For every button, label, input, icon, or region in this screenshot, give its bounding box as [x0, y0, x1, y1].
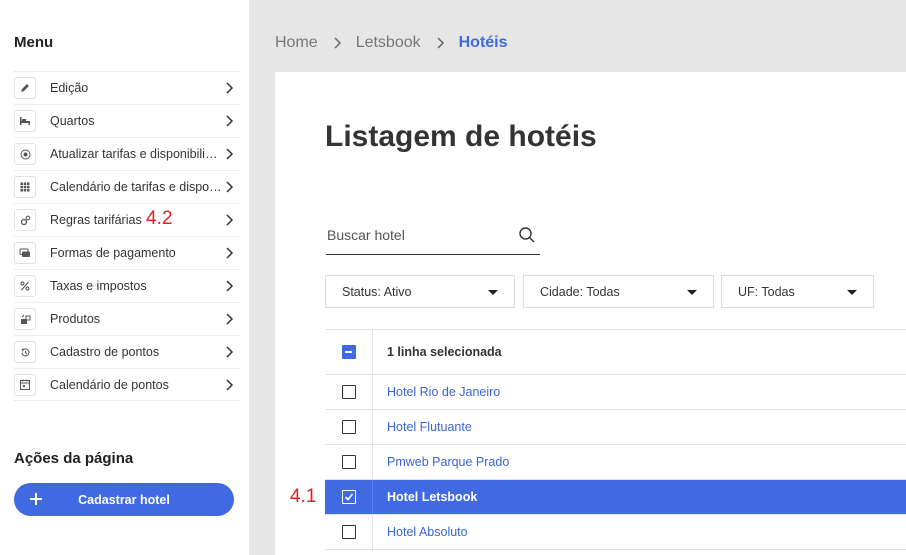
state-filter-value: UF: Todas	[738, 284, 795, 299]
hotel-name-link[interactable]: Pmweb Parque Prado	[373, 455, 509, 469]
target-icon	[14, 143, 36, 165]
checkbox-cell	[325, 480, 373, 514]
status-filter-value: Status: Ativo	[342, 284, 412, 299]
main-card: Listagem de hotéis Status: Ativo Cidade:…	[275, 72, 906, 555]
chevron-right-icon	[334, 37, 341, 49]
hotel-name-link[interactable]: Hotel Absoluto	[373, 525, 468, 539]
sidebar-item-label: Regras tarifárias	[50, 213, 142, 227]
checkbox-cell	[325, 410, 373, 444]
add-hotel-button[interactable]: Cadastrar hotel	[14, 483, 234, 516]
table-row-selected[interactable]: Hotel Letsbook	[325, 480, 906, 515]
row-checkbox[interactable]	[341, 490, 356, 504]
table-row[interactable]: Pmweb Parque Prado	[325, 445, 906, 480]
checkmark-icon	[344, 493, 353, 501]
hotel-name-link[interactable]: Hotel Rio de Janeiro	[373, 385, 500, 399]
sidebar-item-label: Calendário de pontos	[50, 377, 169, 392]
row-checkbox[interactable]	[341, 525, 356, 539]
sidebar-item-label: Produtos	[50, 312, 101, 326]
checkbox-cell	[325, 515, 373, 549]
row-checkbox[interactable]	[341, 385, 356, 399]
sidebar-item-calendario-pontos[interactable]: Calendário de pontos	[14, 368, 240, 401]
sidebar-item-calendario-tarifas[interactable]: Calendário de tarifas e disponibilidade	[14, 170, 240, 203]
grid-calendar-icon	[14, 176, 36, 198]
calendar-icon	[14, 373, 36, 396]
chevron-right-icon	[226, 280, 234, 292]
sidebar-item-label: Formas de pagamento	[50, 246, 176, 260]
sidebar-item-label: Taxas e impostos	[50, 279, 147, 293]
sidebar-menu: Edição Quartos Atualizar tarifas e dispo…	[14, 71, 240, 401]
table-row[interactable]: Hotel Rio de Janeiro	[325, 375, 906, 410]
sidebar-item-atualizar-tarifas[interactable]: Atualizar tarifas e disponibilidade	[14, 137, 240, 170]
search-icon[interactable]	[518, 226, 536, 244]
status-filter[interactable]: Status: Ativo	[325, 275, 515, 308]
add-hotel-button-label: Cadastrar hotel	[78, 492, 170, 507]
search-box	[326, 220, 540, 255]
table-row[interactable]: Hotel Absoluto	[325, 515, 906, 550]
row-checkbox[interactable]	[341, 455, 356, 469]
sidebar-title: Menu	[14, 34, 54, 51]
sidebar-item-label: Calendário de tarifas e disponibilidade	[50, 180, 222, 194]
sidebar-item-regras-tarifarias[interactable]: Regras tarifárias	[14, 203, 240, 236]
breadcrumb: Home Letsbook Hotéis	[275, 34, 508, 52]
hotels-table: 1 linha selecionada Hotel Rio de Janeiro…	[325, 329, 906, 550]
checkbox-cell	[325, 330, 373, 374]
chevron-right-icon	[226, 247, 234, 259]
hotel-name-link[interactable]: Hotel Letsbook	[373, 490, 477, 504]
bed-icon	[14, 110, 36, 132]
products-icon	[14, 308, 36, 330]
sidebar-item-taxas-impostos[interactable]: Taxas e impostos	[14, 269, 240, 302]
table-header-row: 1 linha selecionada	[325, 330, 906, 375]
select-all-checkbox[interactable]	[341, 345, 356, 359]
search-input[interactable]	[326, 220, 506, 250]
sidebar-item-produtos[interactable]: Produtos	[14, 302, 240, 335]
chevron-right-icon	[226, 346, 234, 358]
sidebar-item-label: Atualizar tarifas e disponibilidade	[50, 147, 222, 161]
sidebar-item-quartos[interactable]: Quartos	[14, 104, 240, 137]
history-icon	[14, 341, 36, 363]
annotation-label: 4.2	[146, 208, 173, 229]
table-row[interactable]: Hotel Flutuante	[325, 410, 906, 445]
chevron-right-icon	[226, 181, 234, 193]
sidebar-item-cadastro-pontos[interactable]: Cadastro de pontos	[14, 335, 240, 368]
percent-icon	[14, 275, 36, 297]
sidebar-item-formas-pagamento[interactable]: Formas de pagamento	[14, 236, 240, 269]
state-filter[interactable]: UF: Todas	[721, 275, 874, 308]
city-filter-value: Cidade: Todas	[540, 284, 620, 299]
checkbox-cell	[325, 445, 373, 479]
sidebar-item-label: Quartos	[50, 114, 95, 128]
breadcrumb-current: Hotéis	[458, 34, 508, 51]
chevron-right-icon	[226, 313, 234, 325]
caret-down-icon	[687, 290, 697, 295]
sidebar: Menu Edição Quartos Atualizar tarifas e …	[0, 0, 249, 555]
chevron-right-icon	[226, 214, 234, 226]
caret-down-icon	[847, 290, 857, 295]
annotation-label: 4.1	[290, 486, 317, 507]
caret-down-icon	[488, 290, 498, 295]
plus-icon	[30, 493, 42, 505]
breadcrumb-home[interactable]: Home	[275, 34, 318, 52]
selection-count: 1 linha selecionada	[387, 345, 502, 359]
city-filter[interactable]: Cidade: Todas	[523, 275, 714, 308]
sidebar-item-label: Cadastro de pontos	[50, 345, 160, 359]
sidebar-item-edicao[interactable]: Edição	[14, 71, 240, 104]
chevron-right-icon	[226, 82, 234, 94]
chevron-right-icon	[226, 379, 234, 391]
sidebar-item-label: Edição	[50, 81, 89, 95]
checkbox-cell	[325, 375, 373, 409]
breadcrumb-letsbook[interactable]: Letsbook	[356, 34, 421, 52]
chevron-right-icon	[437, 37, 444, 49]
row-checkbox[interactable]	[341, 420, 356, 434]
page-title: Listagem de hotéis	[325, 120, 597, 153]
pencil-icon	[14, 77, 36, 99]
actions-title: Ações da página	[14, 450, 134, 467]
gears-icon	[14, 209, 36, 231]
cards-icon	[14, 242, 36, 264]
hotel-name-link[interactable]: Hotel Flutuante	[373, 420, 472, 434]
chevron-right-icon	[226, 115, 234, 127]
chevron-right-icon	[226, 148, 234, 160]
